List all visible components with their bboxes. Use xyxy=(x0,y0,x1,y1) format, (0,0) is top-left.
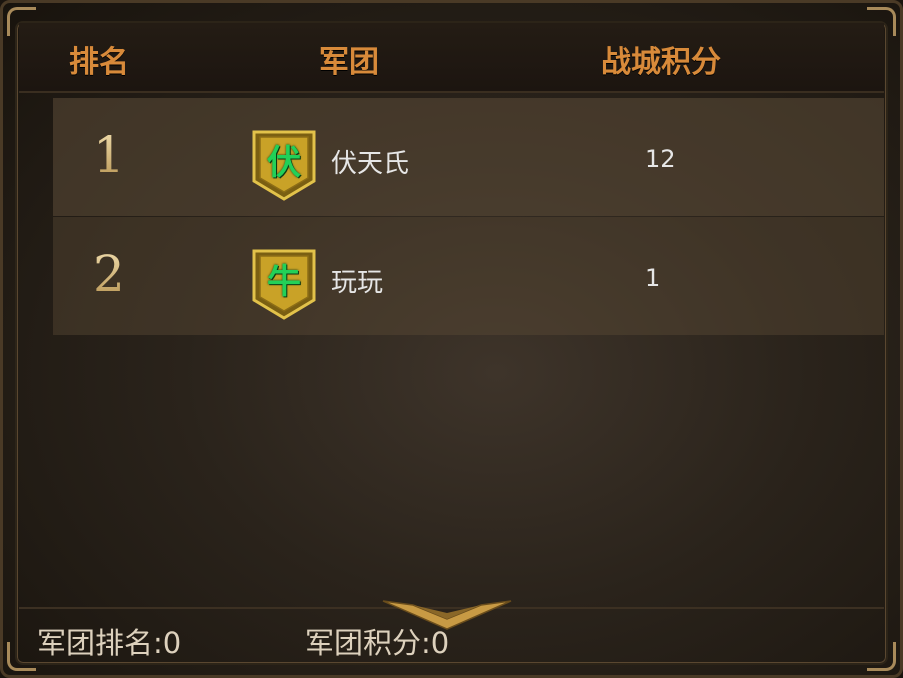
rank-number: 1 xyxy=(93,126,125,184)
legion-score: 12 xyxy=(645,145,676,173)
legion-name[interactable]: 伏天氏 xyxy=(331,143,409,180)
badge-character: 伏 xyxy=(267,143,301,183)
table-header: 排名 军团 战城积分 xyxy=(19,23,884,93)
rank-number: 2 xyxy=(93,245,125,303)
table-row[interactable]: 2 牛 玩玩 1 xyxy=(53,217,884,335)
header-rank: 排名 xyxy=(69,45,129,80)
badge-character: 牛 xyxy=(267,262,301,302)
ranking-panel: 排名 军团 战城积分 1 伏 伏天氏 12 2 牛 玩玩 1 军团排名:0 军团… xyxy=(0,0,903,678)
header-legion: 军团 xyxy=(319,45,379,80)
my-legion-score: 军团积分:0 xyxy=(305,626,450,660)
shield-badge-icon: 伏 xyxy=(251,129,317,201)
table-row[interactable]: 1 伏 伏天氏 12 xyxy=(53,98,884,216)
legion-name[interactable]: 玩玩 xyxy=(331,262,383,299)
legion-score: 1 xyxy=(645,264,661,292)
corner-ornament xyxy=(7,642,36,671)
corner-ornament xyxy=(867,642,896,671)
my-legion-rank: 军团排名:0 xyxy=(37,626,182,660)
shield-badge-icon: 牛 xyxy=(251,248,317,320)
header-score: 战城积分 xyxy=(601,45,721,80)
